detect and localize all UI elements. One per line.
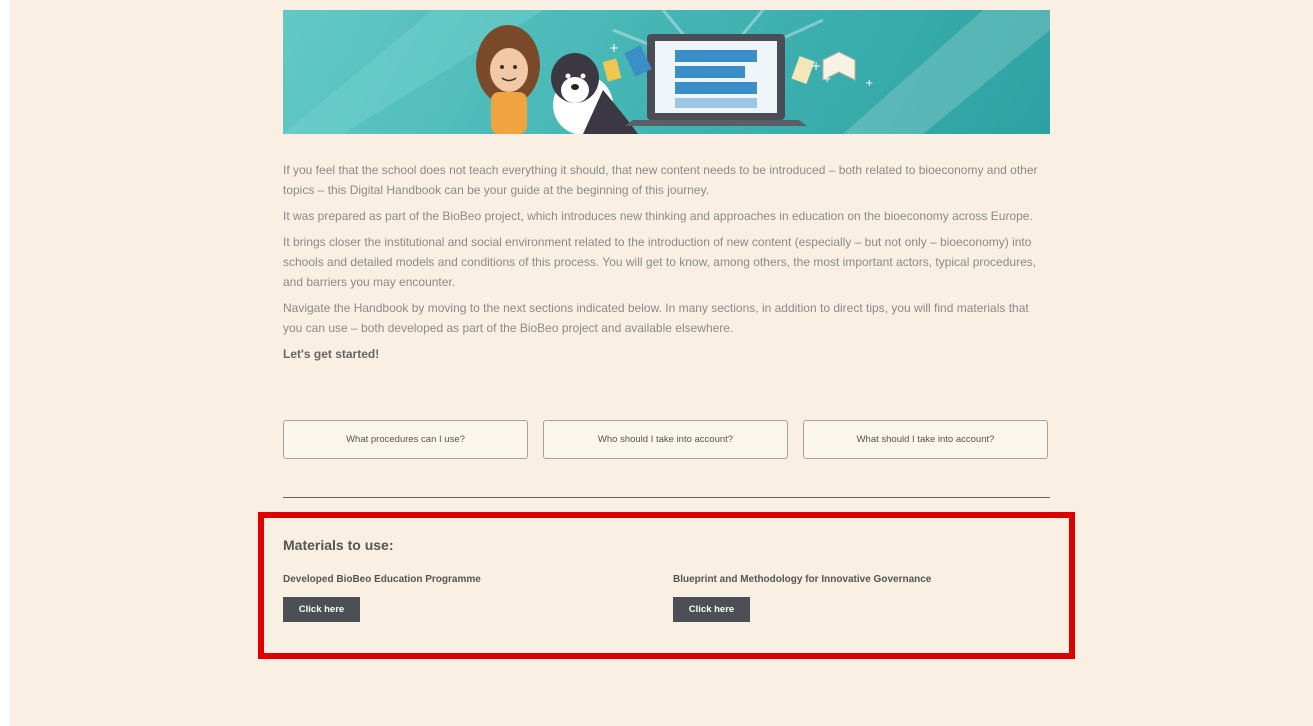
- svg-text:+: +: [811, 59, 821, 73]
- laptop-icon: [625, 34, 807, 126]
- materials-title: Materials to use:: [283, 537, 394, 553]
- material-title-blueprint: Blueprint and Methodology for Innovative…: [673, 574, 932, 585]
- banner-illustration: + + + +: [283, 10, 1050, 134]
- what-button[interactable]: What should I take into account?: [803, 420, 1048, 459]
- materials-highlight-box: [258, 512, 1075, 659]
- dog-illustration: [551, 53, 638, 134]
- material-title-education-programme: Developed BioBeo Education Programme: [283, 574, 481, 585]
- intro-cta: Let's get started!: [283, 347, 380, 361]
- intro-paragraph: If you feel that the school does not tea…: [283, 163, 1038, 197]
- blueprint-click-button[interactable]: Click here: [673, 597, 750, 622]
- intro-paragraph: It was prepared as part of the BioBeo pr…: [283, 209, 1033, 223]
- procedures-button[interactable]: What procedures can I use?: [283, 420, 528, 459]
- svg-text:+: +: [609, 41, 619, 55]
- intro-paragraph: Navigate the Handbook by moving to the n…: [283, 301, 1029, 335]
- intro-paragraph: It brings closer the institutional and s…: [283, 235, 1037, 289]
- intro-text: If you feel that the school does not tea…: [283, 160, 1050, 370]
- who-button[interactable]: Who should I take into account?: [543, 420, 788, 459]
- divider: [283, 497, 1050, 498]
- girl-illustration: [476, 25, 540, 134]
- hero-banner: + + + +: [283, 10, 1050, 134]
- education-programme-click-button[interactable]: Click here: [283, 597, 360, 622]
- svg-text:+: +: [823, 74, 831, 85]
- svg-text:+: +: [865, 78, 873, 89]
